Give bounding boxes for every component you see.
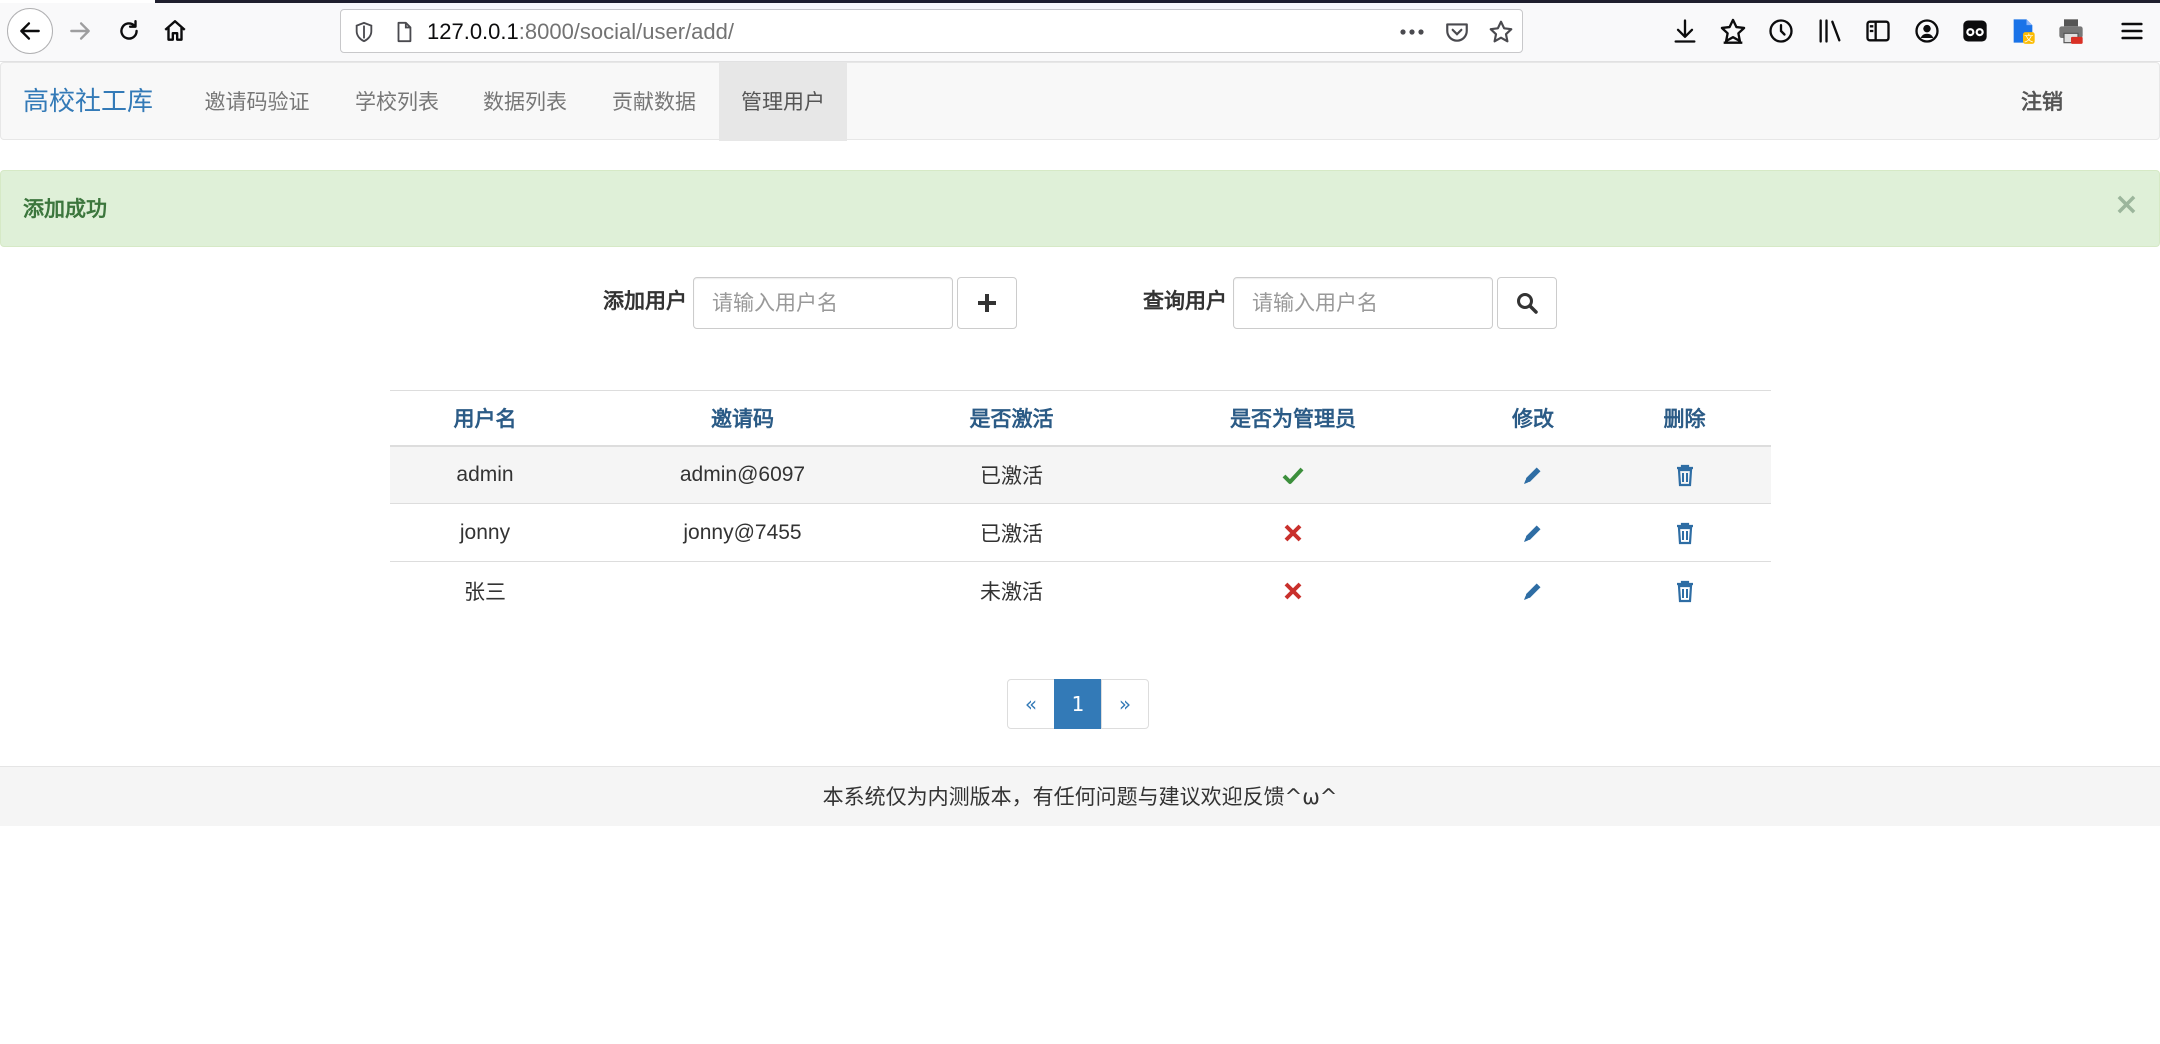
print-pdf-icon[interactable] bbox=[2057, 17, 2085, 45]
pencil-icon[interactable] bbox=[1521, 579, 1545, 603]
nav-item-data-list[interactable]: 数据列表 bbox=[461, 63, 589, 141]
pocket-icon[interactable] bbox=[1444, 19, 1470, 45]
col-header-is-admin: 是否为管理员 bbox=[1118, 390, 1468, 447]
nav-item-contribute[interactable]: 贡献数据 bbox=[589, 63, 719, 141]
cross-icon bbox=[1284, 524, 1302, 542]
cell-invite-code: jonny@7455 bbox=[580, 503, 905, 562]
table-header-row: 用户名 邀请码 是否激活 是否为管理员 修改 删除 bbox=[390, 390, 1771, 447]
pencil-icon[interactable] bbox=[1521, 463, 1545, 487]
history-icon[interactable] bbox=[1767, 17, 1795, 45]
cell-username: jonny bbox=[390, 503, 580, 562]
svg-text:文: 文 bbox=[2024, 33, 2033, 45]
cell-status: 未激活 bbox=[905, 561, 1118, 620]
cell-invite-code: admin@6097 bbox=[580, 445, 905, 504]
col-header-activated: 是否激活 bbox=[905, 390, 1118, 447]
translate-extension-icon[interactable]: 文 bbox=[2009, 17, 2037, 45]
success-alert: 添加成功 × bbox=[0, 170, 2160, 247]
search-icon bbox=[1517, 293, 1538, 314]
cell-delete bbox=[1598, 561, 1771, 620]
add-user-button[interactable] bbox=[957, 277, 1017, 329]
add-user-input[interactable] bbox=[693, 277, 953, 329]
extension-mask-icon[interactable] bbox=[1961, 17, 1989, 45]
cell-status: 已激活 bbox=[905, 503, 1118, 562]
home-icon bbox=[164, 20, 186, 41]
cell-invite-code bbox=[580, 561, 905, 620]
trash-icon[interactable] bbox=[1673, 463, 1697, 487]
pagination: « 1 » bbox=[1007, 679, 1149, 729]
pencil-icon[interactable] bbox=[1521, 521, 1545, 545]
trash-icon[interactable] bbox=[1673, 579, 1697, 603]
reload-button[interactable] bbox=[106, 8, 152, 54]
pagination-next[interactable]: » bbox=[1101, 679, 1149, 729]
cell-edit bbox=[1468, 503, 1598, 562]
cross-icon bbox=[1284, 582, 1302, 600]
url-host: 127.0.0.1 bbox=[427, 19, 519, 44]
url-path: :8000/social/user/add/ bbox=[518, 19, 735, 44]
home-button[interactable] bbox=[152, 8, 198, 54]
nav-item-manage-users[interactable]: 管理用户 bbox=[719, 63, 847, 141]
pagination-prev[interactable]: « bbox=[1007, 679, 1055, 729]
table-row: jonny jonny@7455 已激活 bbox=[390, 503, 1771, 562]
bookmarks-star-icon[interactable] bbox=[1719, 17, 1747, 45]
more-actions-icon[interactable] bbox=[1398, 20, 1426, 44]
cell-status: 已激活 bbox=[905, 445, 1118, 504]
url-bar[interactable]: 127.0.0.1:8000/social/user/add/ bbox=[340, 9, 1523, 53]
download-icon[interactable] bbox=[1671, 17, 1699, 45]
col-header-username: 用户名 bbox=[390, 390, 580, 447]
trash-icon[interactable] bbox=[1673, 521, 1697, 545]
table-row: admin admin@6097 已激活 bbox=[390, 445, 1771, 504]
shield-icon[interactable] bbox=[353, 20, 375, 44]
query-user-label: 查询用户 bbox=[1143, 289, 1227, 313]
table-row: 张三 未激活 bbox=[390, 561, 1771, 620]
cell-edit bbox=[1468, 561, 1598, 620]
cell-username: 张三 bbox=[390, 561, 580, 620]
browser-toolbar: 127.0.0.1:8000/social/user/add/ 文 bbox=[0, 0, 2160, 62]
cell-is-admin bbox=[1118, 561, 1468, 620]
cell-is-admin bbox=[1118, 503, 1468, 562]
menu-hamburger-icon[interactable] bbox=[2118, 17, 2146, 45]
close-icon[interactable]: × bbox=[2114, 171, 2139, 239]
reload-icon bbox=[120, 20, 138, 40]
user-table: 用户名 邀请码 是否激活 是否为管理员 修改 删除 admin admin@60… bbox=[390, 390, 1771, 620]
footer-notice: 本系统仅为内测版本，有任何问题与建议欢迎反馈^ω^ bbox=[0, 766, 2160, 826]
nav-item-school-list[interactable]: 学校列表 bbox=[333, 63, 461, 141]
url-text[interactable]: 127.0.0.1:8000/social/user/add/ bbox=[427, 10, 734, 54]
alert-message: 添加成功 bbox=[23, 197, 107, 221]
col-header-edit: 修改 bbox=[1468, 390, 1598, 447]
library-icon[interactable] bbox=[1816, 17, 1844, 45]
query-user-input[interactable] bbox=[1233, 277, 1493, 329]
logout-link[interactable]: 注销 bbox=[2021, 63, 2063, 141]
pagination-page-1[interactable]: 1 bbox=[1054, 679, 1102, 729]
col-header-invite-code: 邀请码 bbox=[580, 390, 905, 447]
add-user-label: 添加用户 bbox=[603, 289, 687, 313]
check-icon bbox=[1282, 467, 1304, 484]
arrow-right-icon bbox=[70, 22, 90, 40]
nav-item-invite-verify[interactable]: 邀请码验证 bbox=[181, 63, 333, 141]
forward-button[interactable] bbox=[57, 8, 103, 54]
tab-strip bbox=[155, 0, 2160, 3]
search-button[interactable] bbox=[1497, 277, 1557, 329]
cell-delete bbox=[1598, 503, 1771, 562]
col-header-delete: 删除 bbox=[1598, 390, 1771, 447]
sidebar-icon[interactable] bbox=[1864, 17, 1892, 45]
brand-logo[interactable]: 高校社工库 bbox=[23, 63, 153, 141]
cell-edit bbox=[1468, 445, 1598, 504]
account-icon[interactable] bbox=[1913, 17, 1941, 45]
tab-strip-edge bbox=[0, 0, 155, 3]
cell-is-admin bbox=[1118, 445, 1468, 504]
bookmark-star-icon[interactable] bbox=[1488, 19, 1514, 45]
plus-icon bbox=[978, 294, 996, 312]
arrow-left-icon bbox=[20, 22, 40, 40]
cell-username: admin bbox=[390, 445, 580, 504]
site-navbar: 高校社工库 邀请码验证 学校列表 数据列表 贡献数据 管理用户 注销 bbox=[0, 62, 2160, 141]
cell-delete bbox=[1598, 445, 1771, 504]
back-button[interactable] bbox=[7, 8, 53, 54]
page-info-icon[interactable] bbox=[393, 20, 415, 44]
